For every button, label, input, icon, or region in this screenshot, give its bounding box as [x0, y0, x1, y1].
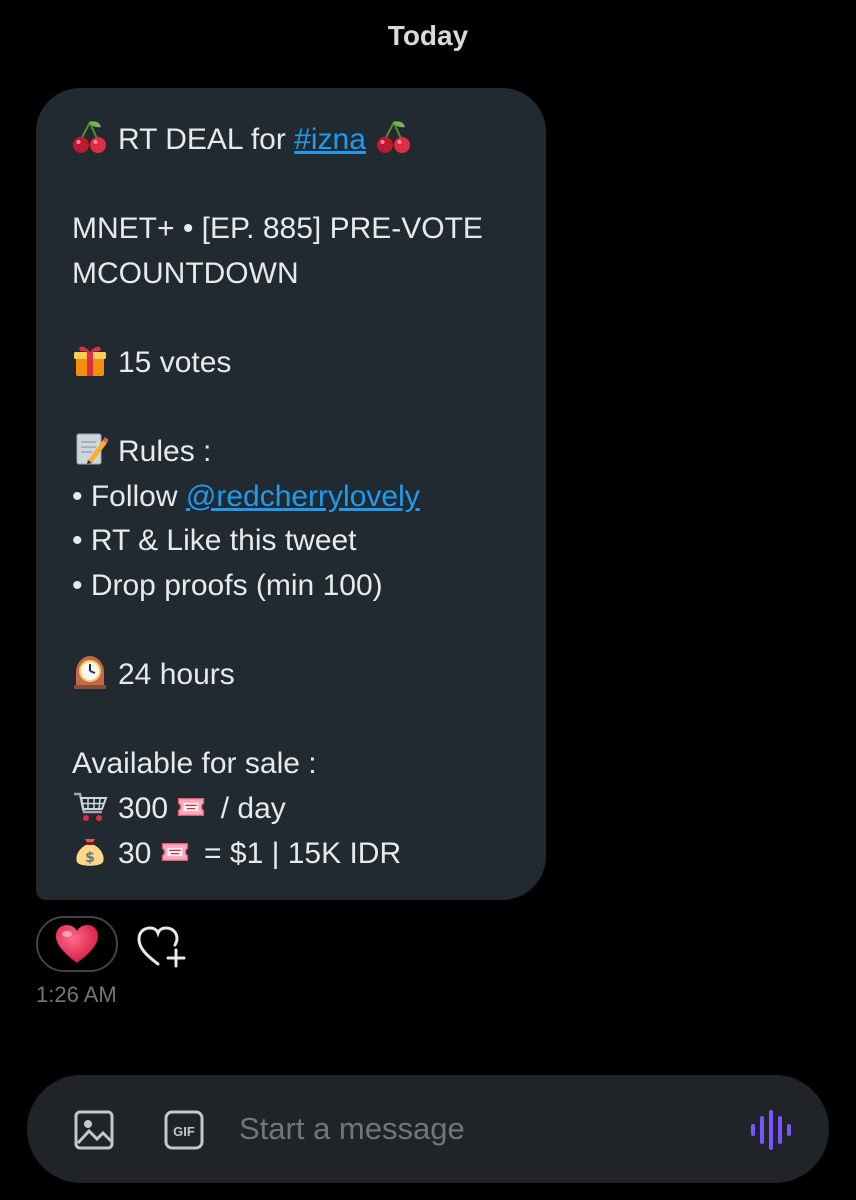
money-bag-icon — [72, 833, 108, 869]
rule-follow-text: • Follow — [72, 479, 186, 513]
duration-line: 24 hours — [72, 653, 526, 698]
heart-reaction[interactable] — [36, 916, 118, 972]
sale-1-amount: 300 — [118, 791, 169, 825]
rule-follow: • Follow @redcherrylovely — [72, 475, 526, 520]
sale-title-line: Available for sale : — [72, 747, 317, 781]
hashtag-link[interactable]: #izna — [294, 123, 366, 156]
admission-ticket-icon — [176, 792, 206, 822]
sale-line-1: 300 / day — [72, 787, 526, 832]
rule-proofs: • Drop proofs (min 100) — [72, 568, 383, 602]
gift-icon — [72, 342, 108, 378]
memo-icon — [72, 431, 108, 467]
votes-text: 15 votes — [118, 345, 232, 379]
heart-icon — [56, 925, 98, 963]
message-composer[interactable]: GIF Start a message — [27, 1075, 829, 1183]
show-line: MNET+ • [EP. 885] PRE-VOTE — [72, 212, 483, 246]
message-timestamp: 1:26 AM — [36, 982, 117, 1007]
rule-rt-like: • RT & Like this tweet — [72, 524, 357, 558]
sale-line-2: 30 = $1 | 15K IDR — [72, 832, 526, 877]
gif-icon-label: GIF — [173, 1124, 195, 1139]
shopping-cart-icon — [72, 788, 108, 824]
mention-link[interactable]: @redcherrylovely — [186, 480, 420, 513]
deal-title-text: RT DEAL for — [118, 123, 295, 156]
sale-2-amount: 30 — [118, 836, 152, 870]
gif-icon[interactable]: GIF — [163, 1109, 205, 1151]
cherry-icon — [376, 119, 412, 155]
message-input[interactable]: Start a message — [239, 1111, 465, 1147]
image-icon[interactable] — [73, 1109, 115, 1151]
duration-text: 24 hours — [118, 658, 235, 692]
show-line-cont: MCOUNTDOWN — [72, 256, 299, 290]
rules-title-line: Rules : — [72, 430, 526, 475]
votes-line: 15 votes — [72, 341, 526, 386]
sale-2-suffix: = $1 | 15K IDR — [195, 836, 402, 870]
admission-ticket-icon — [160, 837, 190, 867]
add-reaction-icon[interactable] — [136, 924, 188, 968]
date-separator: Today — [387, 20, 469, 51]
voice-waveform-icon[interactable] — [749, 1108, 793, 1152]
deal-title-line: RT DEAL for #izna — [72, 118, 526, 163]
mantelpiece-clock-icon — [72, 654, 108, 690]
message-bubble[interactable]: RT DEAL for #izna MNET+ • [EP. 885] PRE-… — [36, 88, 546, 900]
cherry-icon — [72, 119, 108, 155]
rules-title-text: Rules : — [118, 435, 212, 469]
sale-1-suffix: / day — [212, 791, 286, 825]
